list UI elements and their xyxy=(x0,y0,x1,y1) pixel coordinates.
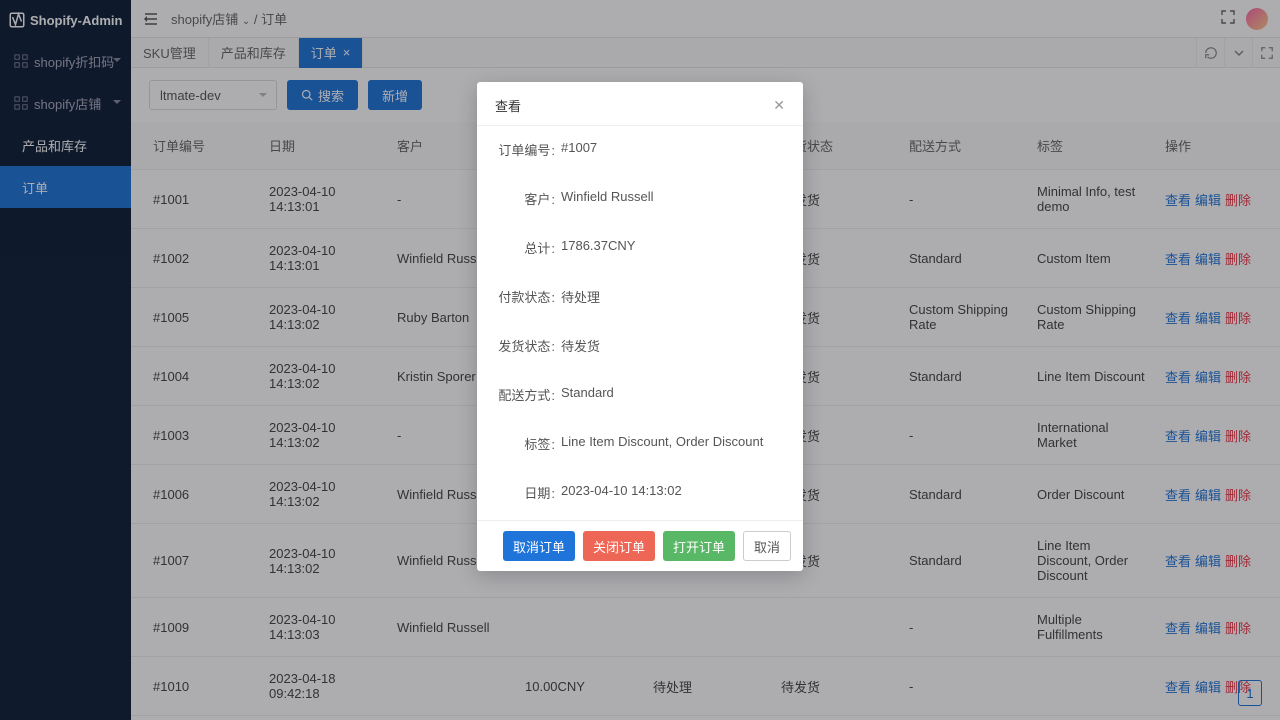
detail-label-date: 日期 xyxy=(495,483,555,502)
detail-val-ship: Standard xyxy=(561,385,614,404)
cancel-order-button[interactable]: 取消订单 xyxy=(503,531,575,561)
dialog-body: 订单编号 #1007 客户 Winfield Russell 总计 1786.37CN… xyxy=(477,126,803,520)
dialog-header: 查看 ✕ xyxy=(477,82,803,126)
open-order-button[interactable]: 打开订单 xyxy=(663,531,735,561)
detail-label-total: 总计 xyxy=(495,238,555,257)
detail-label-ship: 配送方式 xyxy=(495,385,555,404)
detail-label-fulfil: 发货状态 xyxy=(495,336,555,355)
dialog-title: 查看 xyxy=(495,96,521,115)
detail-val-pay: 待处理 xyxy=(561,287,600,306)
detail-label-tag: 标签 xyxy=(495,434,555,453)
dialog-footer: 取消订单 关闭订单 打开订单 取消 xyxy=(477,520,803,571)
detail-label-id: 订单编号 xyxy=(495,140,555,159)
detail-label-cust: 客户 xyxy=(495,189,555,208)
detail-val-total: 1786.37CNY xyxy=(561,238,635,257)
detail-label-pay: 付款状态 xyxy=(495,287,555,306)
close-icon[interactable]: ✕ xyxy=(773,97,785,114)
detail-val-date: 2023-04-10 14:13:02 xyxy=(561,483,682,502)
dismiss-button[interactable]: 取消 xyxy=(743,531,791,561)
close-order-button[interactable]: 关闭订单 xyxy=(583,531,655,561)
detail-val-fulfil: 待发货 xyxy=(561,336,600,355)
detail-val-tag: Line Item Discount, Order Discount xyxy=(561,434,763,453)
detail-val-cust: Winfield Russell xyxy=(561,189,653,208)
detail-val-id: #1007 xyxy=(561,140,597,159)
view-dialog: 查看 ✕ 订单编号 #1007 客户 Winfield Russell 总计 1786… xyxy=(477,82,803,571)
